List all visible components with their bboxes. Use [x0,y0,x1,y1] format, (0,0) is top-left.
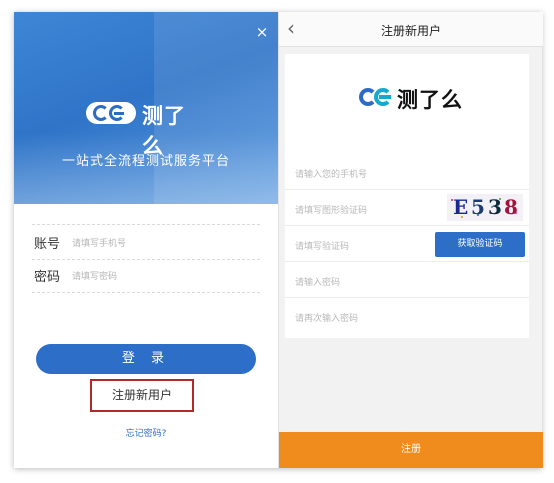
brand-logo: 测了么 [86,98,206,158]
account-input[interactable]: 请填写手机号 [72,236,126,249]
brand-name: 测了么 [397,88,463,112]
confirm-password-input[interactable]: 请再次输入密码 [295,311,358,324]
sms-code-field[interactable]: 请填写验证码 获取验证码 [285,226,529,262]
close-icon[interactable]: × [252,22,272,42]
register-highlight-box[interactable]: 注册新用户 [90,379,194,412]
login-button[interactable]: 登 录 [36,344,256,374]
account-field[interactable]: 账号 请填写手机号 [32,224,260,260]
page-title: 注册新用户 [380,24,441,38]
get-code-button[interactable]: 获取验证码 [435,232,525,257]
cheliaome-logo-icon [359,88,399,108]
new-password-field[interactable]: 请输入密码 [285,262,529,298]
captcha-char-2: 5 [471,195,485,219]
captcha-char-1: E [453,195,469,219]
phone-field[interactable]: 请输入您的手机号 [285,154,529,190]
register-header: ‹ 注册新用户 [279,12,543,47]
captcha-input[interactable]: 请填写图形验证码 [295,203,367,216]
screenshot-frame: × 测了么 一站式全流程测试服务平台 账号 请填写手机号 密码 请填写密码 登 … [14,12,543,468]
phone-input[interactable]: 请输入您的手机号 [295,167,367,180]
password-label: 密码 [34,270,61,285]
register-form-card: 测了么 请输入您的手机号 请填写图形验证码 E 5 3 8 请填写验证码 获取验… [285,54,529,338]
cheliaome-logo-icon [86,102,136,124]
sms-code-input[interactable]: 请填写验证码 [295,239,349,252]
password-input[interactable]: 请填写密码 [72,269,117,282]
password-field[interactable]: 密码 请填写密码 [32,258,260,293]
register-screen: ‹ 注册新用户 测了么 请输入您的手机号 请填写图形验证码 E 5 3 8 请填… [278,12,543,468]
login-screen: × 测了么 一站式全流程测试服务平台 账号 请填写手机号 密码 请填写密码 登 … [14,12,278,468]
brand-logo: 测了么 [359,82,469,112]
account-label: 账号 [34,237,61,252]
register-link[interactable]: 注册新用户 [92,381,192,410]
forgot-password-link[interactable]: 忘记密码? [14,426,278,439]
confirm-password-field[interactable]: 请再次输入密码 [285,298,529,333]
captcha-char-4: 8 [504,195,518,219]
login-hero-banner: × 测了么 一站式全流程测试服务平台 [14,12,278,204]
brand-slogan: 一站式全流程测试服务平台 [61,154,230,169]
captcha-field[interactable]: 请填写图形验证码 E 5 3 8 [285,190,529,226]
new-password-input[interactable]: 请输入密码 [295,275,340,288]
captcha-char-3: 3 [488,195,502,219]
captcha-image[interactable]: E 5 3 8 [447,194,523,221]
register-submit-button[interactable]: 注册 [279,432,543,468]
